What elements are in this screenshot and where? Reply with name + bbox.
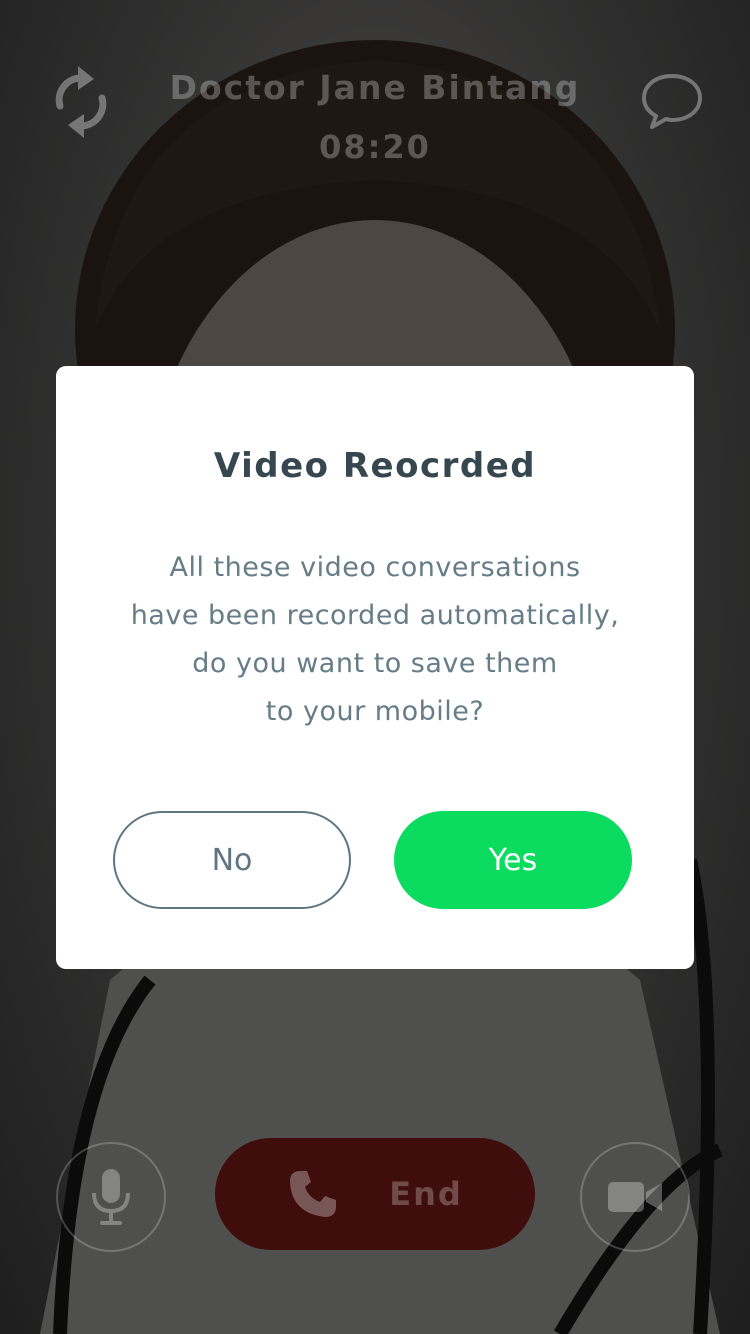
end-call-label: End xyxy=(389,1175,463,1213)
dialog-message: All these video conversations have been … xyxy=(96,544,654,736)
call-header: Doctor Jane Bintang 08:20 xyxy=(0,0,750,190)
phone-icon xyxy=(290,1171,337,1217)
video-camera-icon xyxy=(608,1182,662,1212)
mute-button[interactable] xyxy=(56,1142,166,1252)
caller-name: Doctor Jane Bintang xyxy=(169,68,581,107)
end-call-button[interactable]: End xyxy=(215,1138,535,1250)
video-toggle-button[interactable] xyxy=(580,1142,690,1252)
call-controls: End xyxy=(0,1130,750,1270)
dialog-message-line: to your mobile? xyxy=(265,696,485,727)
no-button[interactable]: No xyxy=(113,811,351,909)
dialog-title: Video Reocrded xyxy=(213,446,537,486)
dialog-message-line: do you want to save them xyxy=(192,648,558,679)
video-recorded-dialog: Video Reocrded All these video conversat… xyxy=(56,366,694,969)
yes-button[interactable]: Yes xyxy=(394,811,632,909)
chat-bubble-icon[interactable] xyxy=(640,72,704,130)
dialog-message-line: have been recorded automatically, xyxy=(130,600,620,631)
call-timer: 08:20 xyxy=(319,128,431,166)
dialog-message-line: All these video conversations xyxy=(169,552,581,583)
microphone-icon xyxy=(92,1169,130,1225)
